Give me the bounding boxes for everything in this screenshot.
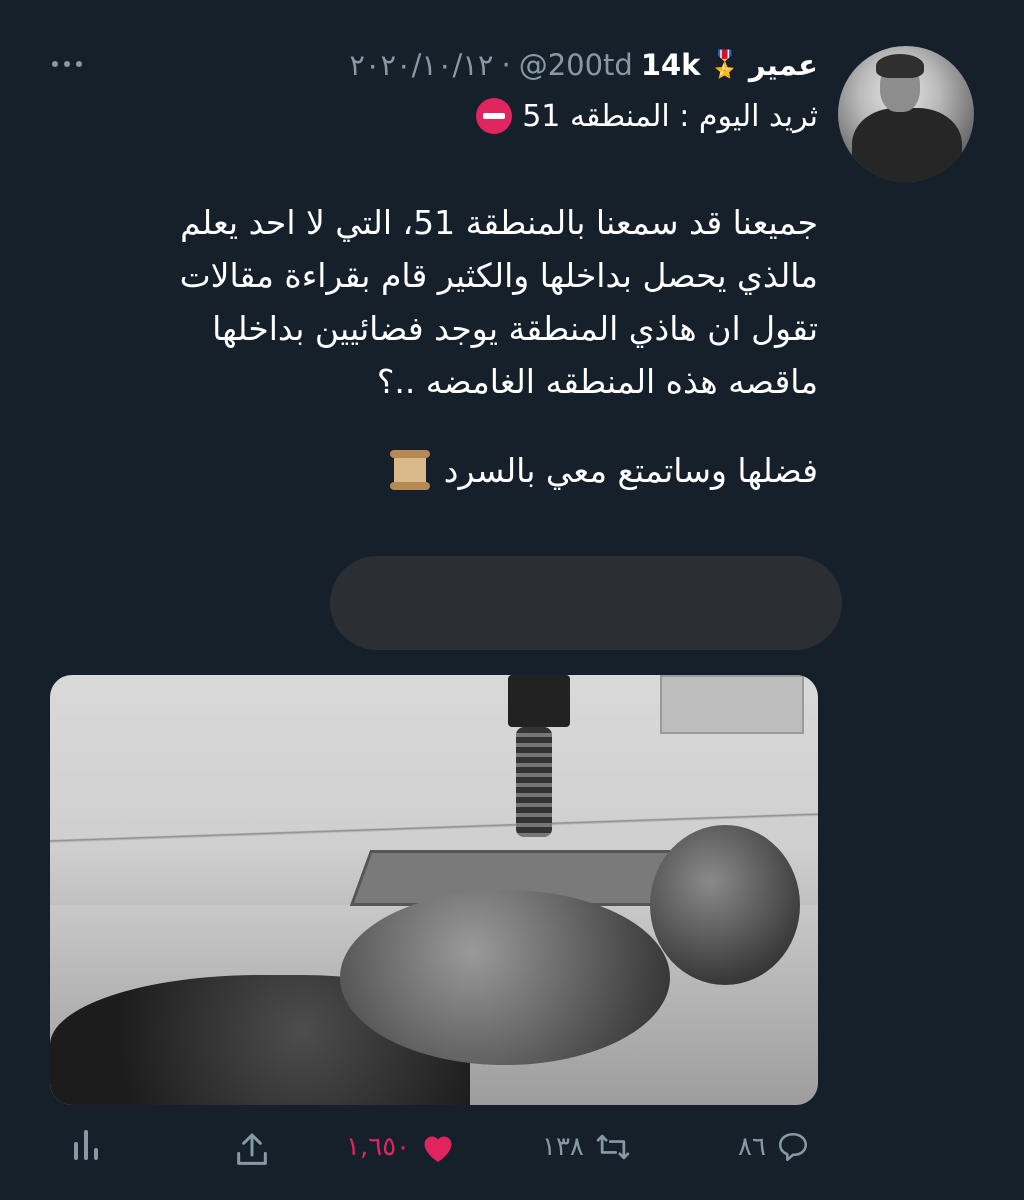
- avatar-body-shape: [852, 108, 962, 182]
- photo-cord-shape: [516, 727, 552, 837]
- thread-title-text: ثريد اليوم : المنطقه 51: [522, 98, 818, 134]
- blurred-overlay: [330, 556, 842, 650]
- photo-torso-shape: [340, 890, 670, 1065]
- share-button[interactable]: [232, 1130, 272, 1170]
- body-line: مالذي يحصل بداخلها والكثير قام بقراءة مق…: [179, 256, 818, 295]
- reply-count: ٨٦: [738, 1132, 766, 1162]
- retweet-count: ١٣٨: [542, 1132, 584, 1162]
- scroll-icon: [388, 448, 432, 492]
- author-handle[interactable]: @200td: [519, 48, 633, 82]
- like-count: ١,٦٥٠: [346, 1132, 411, 1162]
- reply-icon: [776, 1130, 810, 1164]
- photo-head-shape: [650, 825, 800, 985]
- photo-frame-shape: [660, 675, 804, 734]
- call-to-action-text: فضلها وساتمتع معي بالسرد: [443, 450, 818, 490]
- body-line: جميعنا قد سمعنا بالمنطقة 51، التي لا احد…: [180, 203, 818, 242]
- no-entry-icon: [476, 98, 513, 134]
- tweet-photo[interactable]: [50, 675, 818, 1105]
- analytics-button[interactable]: [74, 1130, 100, 1160]
- like-button[interactable]: ١,٦٥٠: [346, 1130, 456, 1164]
- author-name[interactable]: عمير: [749, 48, 818, 82]
- tweet-body: جميعنا قد سمعنا بالمنطقة 51، التي لا احد…: [78, 196, 818, 408]
- author-avatar[interactable]: [838, 46, 974, 182]
- analytics-icon: [74, 1130, 100, 1160]
- retweet-button[interactable]: ١٣٨: [542, 1130, 632, 1164]
- call-to-action: فضلها وساتمتع معي بالسرد: [388, 448, 818, 492]
- follower-count: 14k: [640, 48, 701, 82]
- medal-icon: 🎖️: [708, 50, 741, 80]
- body-line: ماقصه هذه المنطقه الغامضه ..؟: [376, 362, 818, 401]
- tweet-actions: ٨٦ ١٣٨ ١,٦٥٠: [0, 1122, 1024, 1182]
- heart-icon: [420, 1130, 456, 1164]
- header-separator: ·: [501, 48, 511, 82]
- photo-phone-shape: [508, 675, 570, 727]
- avatar-hair-shape: [876, 54, 924, 78]
- more-options-icon[interactable]: [52, 54, 92, 74]
- reply-button[interactable]: ٨٦: [738, 1130, 810, 1164]
- thread-title: ثريد اليوم : المنطقه 51: [476, 98, 818, 134]
- retweet-icon: [594, 1130, 632, 1164]
- tweet-date[interactable]: ٢٠٢٠/١٠/١٢: [349, 48, 493, 82]
- body-line: تقول ان هاذي المنطقة يوجد فضائيين بداخله…: [212, 309, 818, 348]
- share-icon: [232, 1130, 272, 1170]
- tweet-header: عمير 🎖️ 14k @200td · ٢٠٢٠/١٠/١٢: [349, 48, 818, 82]
